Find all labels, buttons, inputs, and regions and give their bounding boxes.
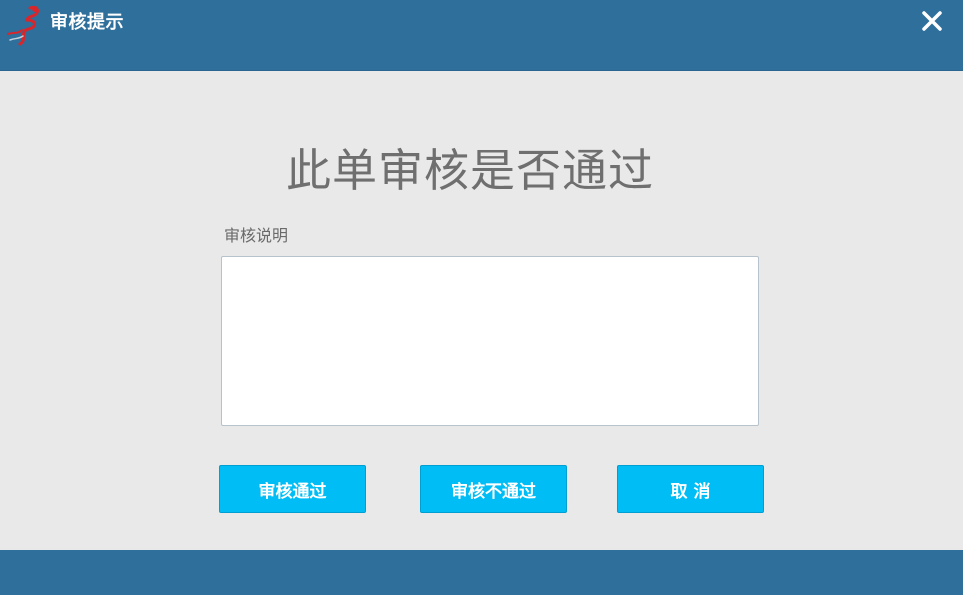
window-title: 审核提示 bbox=[50, 12, 124, 33]
footer-bar bbox=[0, 550, 963, 595]
logo-icon bbox=[7, 6, 40, 46]
remarks-label: 审核说明 bbox=[224, 226, 289, 245]
close-icon[interactable] bbox=[919, 8, 945, 34]
reject-button[interactable]: 审核不通过 bbox=[420, 465, 567, 513]
title-bar: 审核提示 bbox=[0, 0, 963, 71]
approve-button[interactable]: 审核通过 bbox=[219, 465, 366, 513]
dialog-heading: 此单审核是否通过 bbox=[285, 144, 654, 197]
dialog-body: 此单审核是否通过 审核说明 审核通过 审核不通过 取 消 bbox=[0, 70, 963, 550]
remarks-textarea[interactable] bbox=[221, 256, 759, 426]
cancel-button[interactable]: 取 消 bbox=[617, 465, 764, 513]
